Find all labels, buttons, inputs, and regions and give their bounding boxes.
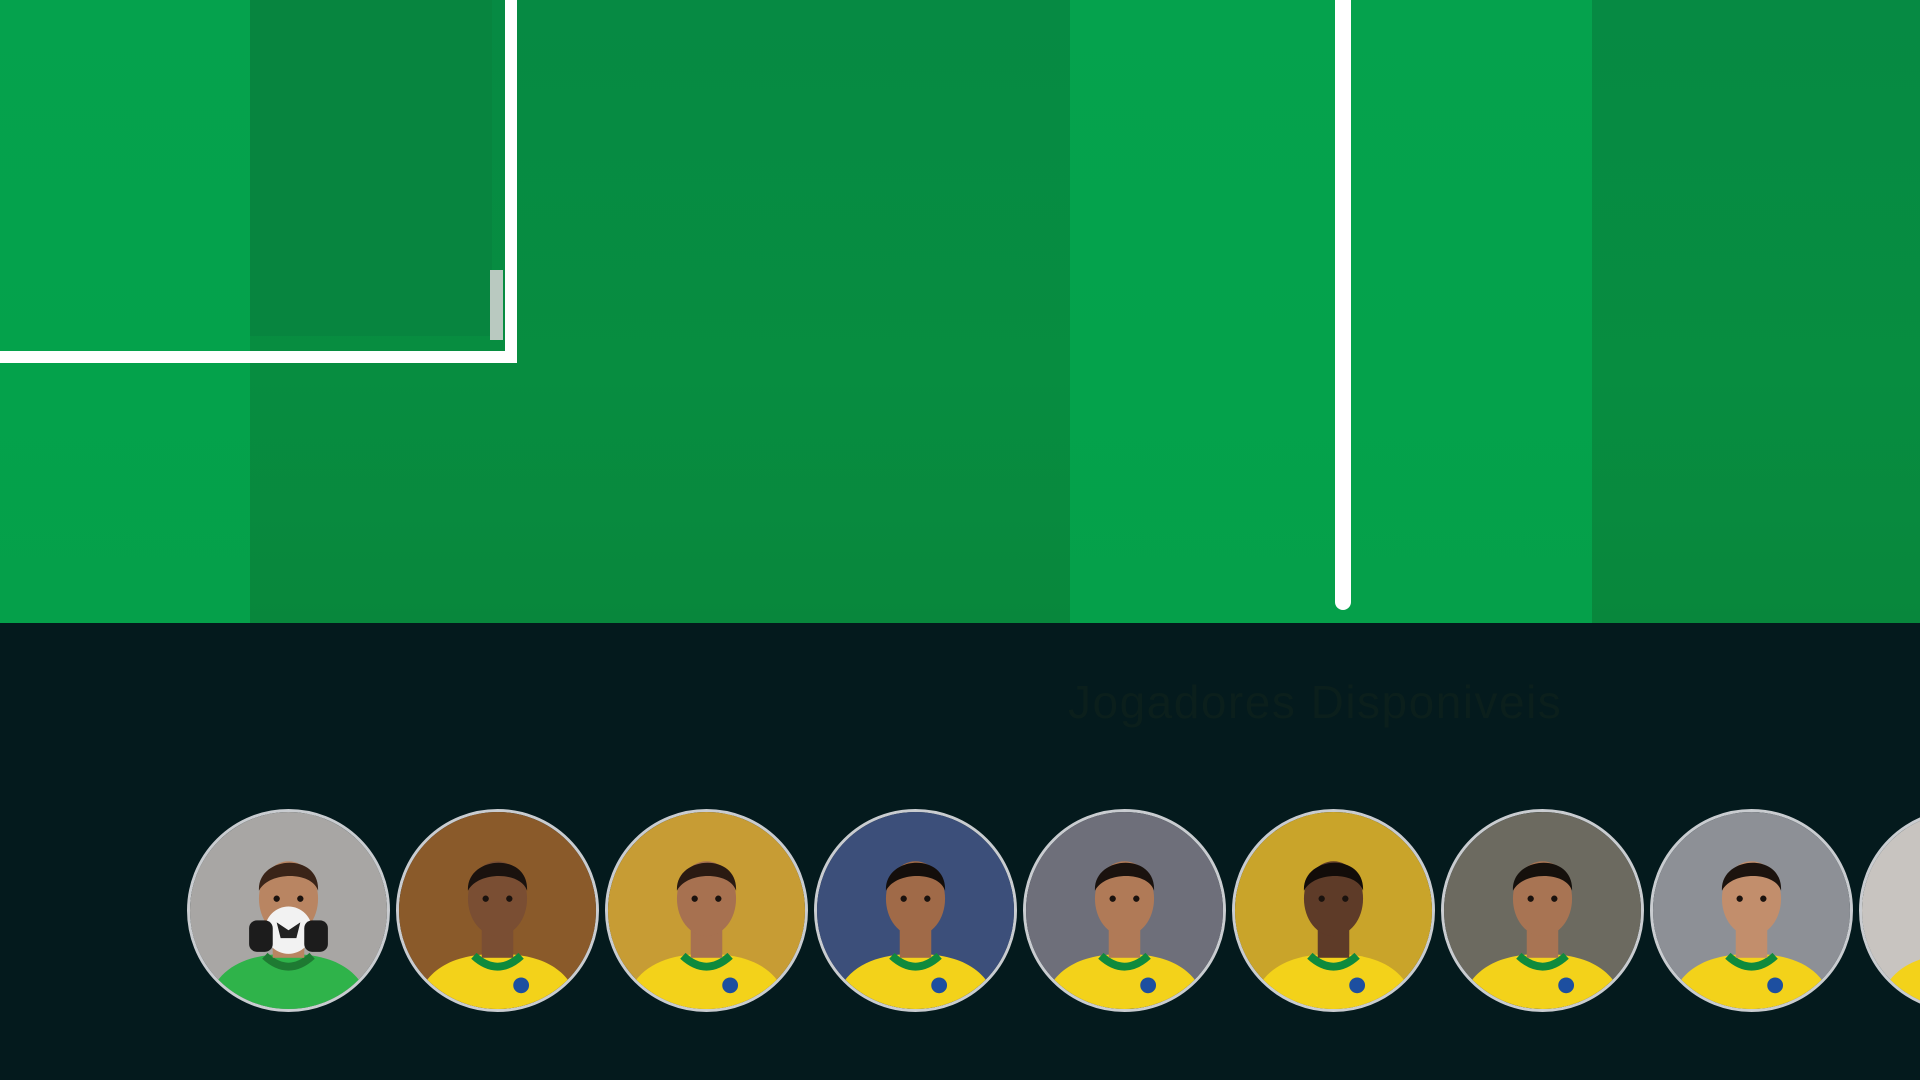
- player-photo: [608, 812, 805, 1009]
- lineup-builder: Jogadores Disponiveis: [0, 0, 1920, 1080]
- player-avatar-danilo[interactable]: [396, 809, 599, 1012]
- panel-title: Jogadores Disponiveis: [1068, 676, 1563, 728]
- available-players-panel: Jogadores Disponiveis: [0, 623, 1920, 1080]
- player-avatar-alisson[interactable]: [187, 809, 390, 1012]
- player-avatar-thiago-silva[interactable]: [605, 809, 808, 1012]
- pitch-stripe: [1592, 0, 1920, 623]
- player-photo: [1026, 812, 1223, 1009]
- player-photo: [817, 812, 1014, 1009]
- football-pitch[interactable]: [0, 0, 1920, 623]
- player-avatar-raphinha[interactable]: [1441, 809, 1644, 1012]
- penalty-area-line: [0, 0, 517, 363]
- pitch-stripe: [1070, 0, 1592, 623]
- player-photo: [1444, 812, 1641, 1009]
- player-photo: [1862, 812, 1920, 1009]
- player-avatar-lucas-paqueta[interactable]: [1650, 809, 1853, 1012]
- player-avatar-casemiro[interactable]: [1023, 809, 1226, 1012]
- player-photo: [1235, 812, 1432, 1009]
- player-avatar-neymar[interactable]: [1859, 809, 1920, 1012]
- player-photo: [399, 812, 596, 1009]
- halfway-line: [1335, 0, 1351, 610]
- player-photo: [1653, 812, 1850, 1009]
- players-carousel[interactable]: [187, 809, 1920, 1016]
- player-avatar-alex-sandro[interactable]: [1232, 809, 1435, 1012]
- goal-post: [490, 270, 503, 340]
- player-photo: [190, 812, 387, 1009]
- player-avatar-marquinhos[interactable]: [814, 809, 1017, 1012]
